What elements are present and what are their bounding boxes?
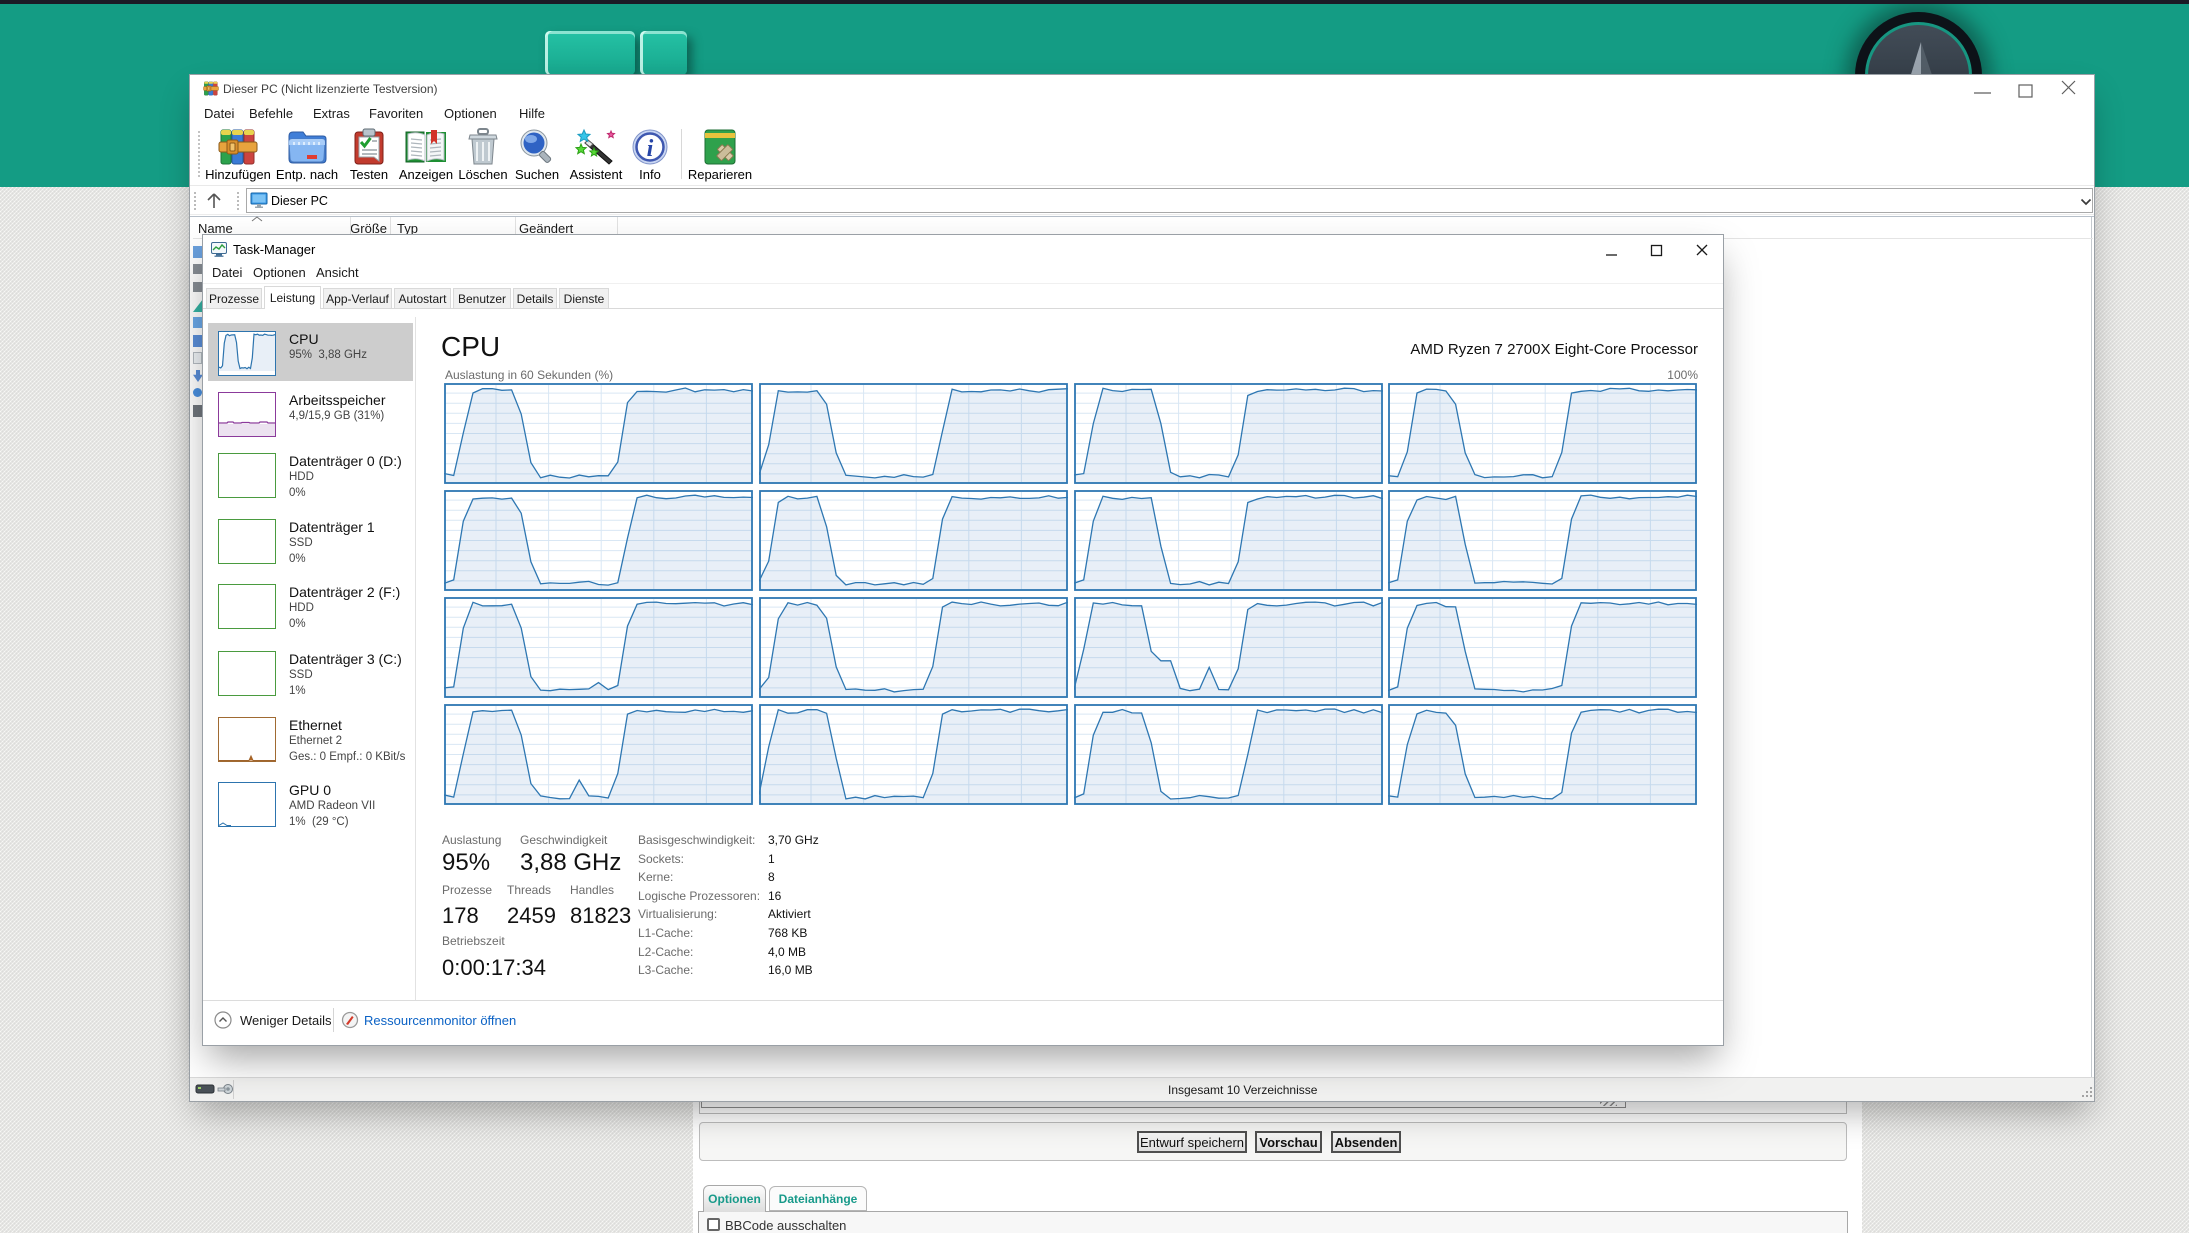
svg-text:i: i — [647, 136, 654, 162]
